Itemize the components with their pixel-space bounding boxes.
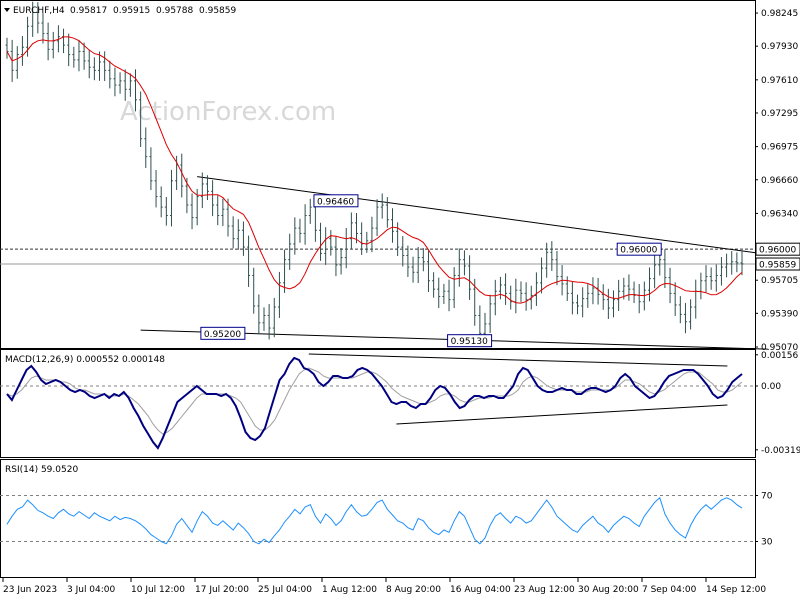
y-tick-label: 0.00156 bbox=[761, 351, 798, 361]
x-tick-label: 8 Aug 20:00 bbox=[386, 585, 441, 595]
price-label: 0.96000 bbox=[759, 246, 796, 256]
y-tick-label: 0.96975 bbox=[761, 143, 798, 153]
y-tick-label: 0.96660 bbox=[761, 176, 798, 186]
x-tick-label: 25 Jul 04:00 bbox=[258, 585, 312, 595]
y-tick-label: 0.97930 bbox=[761, 42, 798, 52]
x-tick-label: 23 Aug 12:00 bbox=[514, 585, 575, 595]
annotation-label: 0.96000 bbox=[620, 246, 657, 256]
chart-header: EURCHF,H4 0.95817 0.95915 0.95788 0.9585… bbox=[4, 6, 236, 16]
x-tick-label: 23 Jun 2023 bbox=[3, 585, 57, 595]
x-tick-label: 16 Aug 04:00 bbox=[450, 585, 511, 595]
watermark: ActionForex.com bbox=[120, 97, 336, 127]
x-tick-label: 14 Sep 12:00 bbox=[706, 585, 766, 595]
annotation-label: 0.95130 bbox=[451, 337, 488, 347]
forex-chart: ActionForex.com 0.96460 0.95200 0.95130 0.9… bbox=[0, 0, 800, 600]
rsi-title: RSI(14) 59.0520 bbox=[5, 465, 78, 475]
y-tick-label: 30 bbox=[761, 538, 773, 548]
annotation-label: 0.95200 bbox=[204, 330, 241, 340]
x-tick-label: 10 Jul 12:00 bbox=[131, 585, 185, 595]
low-value: 0.95788 bbox=[156, 6, 193, 16]
y-tick-label: -0.00319 bbox=[761, 446, 800, 456]
price-label: 0.95859 bbox=[759, 261, 796, 271]
x-tick-label: 7 Sep 04:00 bbox=[642, 585, 697, 595]
y-tick-label: 0.98245 bbox=[761, 9, 798, 19]
symbol-label: EURCHF,H4 bbox=[13, 6, 65, 16]
y-tick-label: 0.97610 bbox=[761, 76, 798, 86]
x-tick-label: 3 Jul 04:00 bbox=[67, 585, 116, 595]
y-tick-label: 0.95390 bbox=[761, 309, 798, 319]
high-value: 0.95915 bbox=[113, 6, 150, 16]
x-tick-label: 17 Jul 20:00 bbox=[195, 585, 249, 595]
open-value: 0.95817 bbox=[70, 6, 107, 16]
y-tick-label: 0.97295 bbox=[761, 109, 798, 119]
y-tick-label: 0.96340 bbox=[761, 209, 798, 219]
y-tick-label: 70 bbox=[761, 492, 773, 502]
y-tick-label: 0.00 bbox=[761, 382, 781, 392]
x-tick-label: 1 Aug 12:00 bbox=[322, 585, 377, 595]
x-tick-label: 30 Aug 20:00 bbox=[578, 585, 639, 595]
macd-title: MACD(12,26,9) 0.000552 0.000148 bbox=[5, 355, 165, 365]
y-tick-label: 0.95705 bbox=[761, 276, 798, 286]
close-value: 0.95859 bbox=[199, 6, 236, 16]
annotation-label: 0.96460 bbox=[317, 197, 354, 207]
